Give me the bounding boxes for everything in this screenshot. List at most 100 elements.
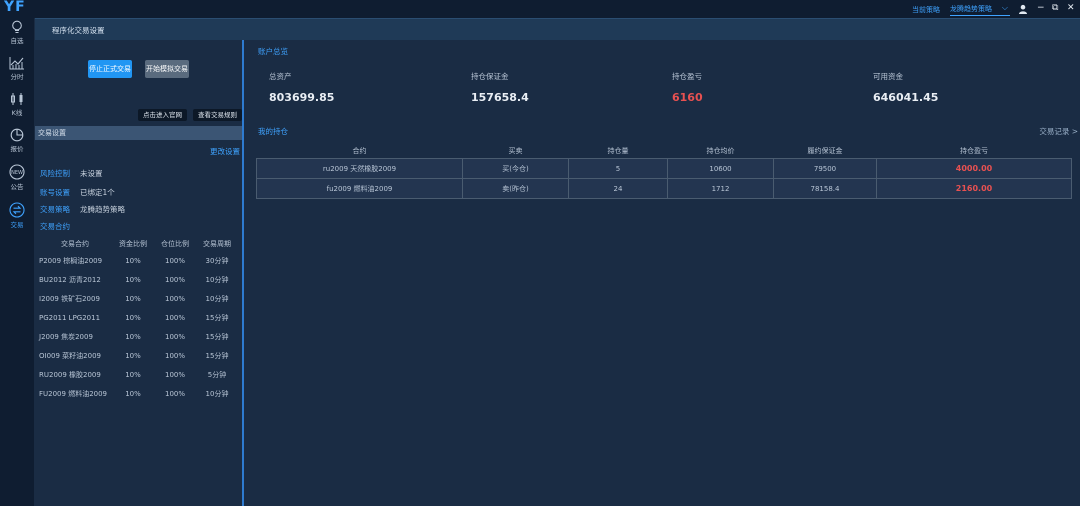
fund-ratio: 10% — [125, 389, 141, 398]
nav-item-watchlist[interactable]: 自选 — [0, 20, 34, 45]
table-row[interactable]: fu2009 燃料油2009 卖(昨仓) 24 1712 78158.4 216… — [256, 178, 1072, 199]
close-button[interactable]: ✕ — [1067, 3, 1075, 13]
risk-control-label: 风险控制 — [40, 169, 70, 178]
account-overview-title: 账户总览 — [258, 47, 288, 56]
nav-item-notice[interactable]: NEW 公告 — [0, 164, 34, 191]
nav-label-notice: 公告 — [10, 183, 24, 191]
trade-strategy-value: 龙腾趋势策略 — [80, 205, 125, 214]
nav-item-quote[interactable]: 报价 — [0, 128, 34, 153]
available-funds-value: 646041.45 — [873, 91, 939, 104]
fund-ratio: 10% — [125, 370, 141, 379]
table-row[interactable]: ru2009 天然橡胶2009 买(今仓) 5 10600 79500 4000… — [256, 158, 1072, 179]
risk-control-value: 未设置 — [80, 169, 103, 178]
nav-label-trade: 交易 — [10, 221, 24, 229]
my-positions-title: 我的持仓 — [258, 127, 288, 136]
position-pnl: 4000.00 — [876, 158, 1072, 179]
positions-header-row: 合约 买卖 持仓量 持仓均价 履约保证金 持仓盈亏 — [257, 143, 1072, 159]
new-badge-text: NEW — [11, 170, 23, 176]
position-margin-label: 持仓保证金 — [471, 72, 509, 81]
contract-code: OI009 菜籽油2009 — [39, 351, 101, 360]
position-side: 卖(昨仓) — [462, 178, 569, 199]
trade-strategy-label: 交易策略 — [40, 205, 70, 214]
positions-header-margin: 履约保证金 — [807, 146, 843, 155]
nav-label-timeshare: 分时 — [10, 73, 24, 81]
fund-ratio: 10% — [125, 332, 141, 341]
table-row: PG2011 LPG2011 10% 100% 15分钟 — [38, 308, 238, 327]
position-side: 买(今仓) — [462, 158, 569, 179]
minimize-button[interactable]: − — [1037, 3, 1045, 13]
position-ratio: 100% — [164, 351, 185, 360]
candlestick-icon — [11, 93, 23, 105]
position-ratio: 100% — [164, 313, 185, 322]
fund-ratio: 10% — [125, 313, 141, 322]
positions-header-volume: 持仓量 — [607, 146, 629, 155]
contract-code: P2009 棕榈油2009 — [39, 256, 103, 265]
total-assets-label: 总资产 — [269, 72, 292, 81]
restore-button[interactable]: ⧉ — [1052, 3, 1058, 13]
total-assets-value: 803699.85 — [269, 91, 335, 104]
position-pnl-value: 6160 — [672, 91, 703, 104]
contracts-header-period: 交易周期 — [203, 239, 231, 248]
stop-live-trading-button[interactable]: 停止正式交易 — [88, 60, 132, 78]
contract-code: RU2009 橡胶2009 — [39, 370, 101, 379]
trade-period: 10分钟 — [205, 389, 229, 398]
trade-strategy-row: 交易策略 龙腾趋势策略 — [40, 204, 125, 215]
strategy-select[interactable]: 龙腾趋势策略 ⌵ — [950, 3, 1010, 16]
position-pnl-label: 持仓盈亏 — [672, 72, 702, 81]
table-row: RU2009 橡胶2009 10% 100% 5分钟 — [38, 365, 238, 384]
position-ratio: 100% — [164, 256, 185, 265]
exchange-icon — [9, 202, 25, 218]
nav-item-timeshare[interactable]: 分时 — [0, 56, 34, 81]
main-content: 账户总览 总资产 803699.85 持仓保证金 157658.4 持仓盈亏 6… — [244, 40, 1080, 506]
table-row: FU2009 燃料油2009 10% 100% 10分钟 — [38, 384, 238, 403]
trade-period: 5分钟 — [207, 370, 227, 379]
trade-period: 15分钟 — [205, 351, 229, 360]
trade-records-link[interactable]: 交易记录 > — [1039, 126, 1078, 137]
tab-program-trading-settings[interactable]: 程序化交易设置 — [52, 25, 105, 36]
fund-ratio: 10% — [125, 351, 141, 360]
contract-code: BU2012 沥青2012 — [39, 275, 101, 284]
table-row: J2009 焦炭2009 10% 100% 15分钟 — [38, 327, 238, 346]
contracts-header-position-ratio: 仓位比例 — [161, 239, 189, 248]
contracts-header-row: 交易合约 资金比例 仓位比例 交易周期 — [38, 236, 238, 251]
enter-website-button[interactable]: 点击进入官网 — [138, 109, 187, 121]
nav-label-quote: 报价 — [10, 145, 24, 153]
contract-code: PG2011 LPG2011 — [39, 313, 101, 322]
positions-header-contract: 合约 — [352, 146, 367, 155]
new-badge-icon: NEW — [9, 164, 25, 180]
positions-header-side: 买卖 — [508, 146, 523, 155]
table-row: OI009 菜籽油2009 10% 100% 15分钟 — [38, 346, 238, 365]
lightbulb-icon — [12, 20, 22, 34]
nav-item-kline[interactable]: K线 — [0, 92, 34, 117]
edit-settings-link[interactable]: 更改设置 — [210, 146, 240, 157]
position-pnl: 2160.00 — [876, 178, 1072, 199]
settings-panel: 停止正式交易 开始模拟交易 点击进入官网 查看交易规则 交易设置 更改设置 风险… — [35, 40, 242, 506]
trade-period: 15分钟 — [205, 332, 229, 341]
pie-chart-icon — [10, 128, 24, 142]
start-sim-trading-button[interactable]: 开始模拟交易 — [145, 60, 189, 78]
trade-period: 10分钟 — [205, 294, 229, 303]
view-rules-button[interactable]: 查看交易规则 — [193, 109, 242, 121]
contract-code: I2009 铁矿石2009 — [39, 294, 100, 303]
contract-code: J2009 焦炭2009 — [39, 332, 93, 341]
nav-item-trade[interactable]: 交易 — [0, 202, 34, 229]
position-margin: 78158.4 — [773, 178, 877, 199]
tab-bar: 程序化交易设置 — [35, 18, 1080, 40]
contract-code: FU2009 燃料油2009 — [39, 389, 108, 398]
positions-header-avg-price: 持仓均价 — [706, 146, 735, 155]
position-margin-value: 157658.4 — [471, 91, 529, 104]
trade-period: 30分钟 — [205, 256, 229, 265]
contracts-title: 交易合约 — [40, 222, 70, 231]
chevron-down-icon: ⌵ — [1001, 3, 1008, 12]
available-funds-label: 可用资金 — [873, 72, 903, 81]
position-avg-price: 1712 — [667, 178, 774, 199]
left-nav: 自选 分时 K线 报价 NEW 公告 交易 — [0, 18, 34, 506]
user-icon[interactable] — [1018, 4, 1028, 14]
trade-period: 15分钟 — [205, 313, 229, 322]
fund-ratio: 10% — [125, 275, 141, 284]
position-ratio: 100% — [164, 275, 185, 284]
settings-header: 交易设置 — [35, 126, 242, 140]
strategy-select-value: 龙腾趋势策略 — [950, 5, 992, 13]
positions-header-pnl: 持仓盈亏 — [960, 146, 988, 155]
position-avg-price: 10600 — [667, 158, 774, 179]
